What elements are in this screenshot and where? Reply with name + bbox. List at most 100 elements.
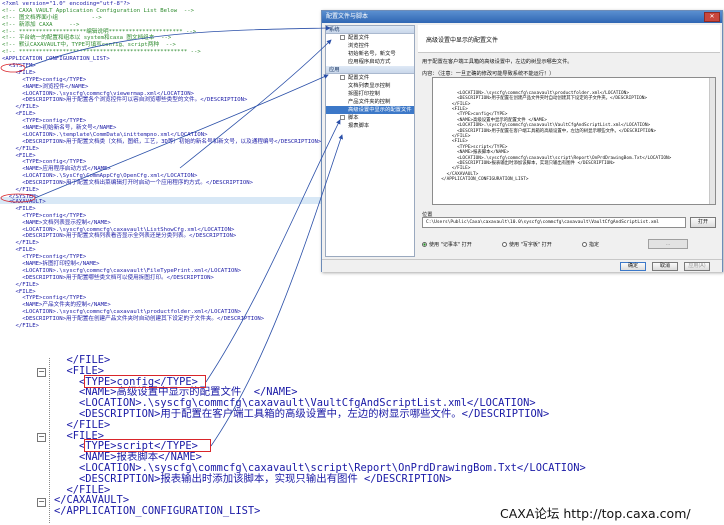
- folder-icon: [340, 35, 345, 40]
- xml-bottom-line: <TYPE>config</TYPE>: [2, 212, 87, 219]
- radio-wordpad-label: 使用 "写字板" 打开: [509, 241, 552, 248]
- tree-item[interactable]: 高级设置中显示的配置文件: [326, 106, 414, 114]
- tree-item-label: 报表脚本: [348, 123, 370, 129]
- xml-top-line: <LOCATION>.\template\CommData\inittempno…: [2, 131, 208, 138]
- choose-program-button[interactable]: ...: [648, 239, 688, 249]
- tree-item[interactable]: 拆图打印控制: [326, 90, 414, 98]
- fold-toggle-caxavault[interactable]: −: [37, 498, 46, 507]
- xml-bottom-line: <NAME>文档列表显示控制</NAME>: [2, 219, 111, 226]
- fold-toggle-file-1[interactable]: −: [37, 368, 46, 377]
- xml-top-line: <DESCRIPTION>用于配置各个浏览控件可以容自浏览哪些类型的文件。</D…: [2, 97, 248, 104]
- panel-header: 高级设置中显示的配置文件: [418, 25, 720, 53]
- tree-item-label: 文档列表显示控制: [348, 83, 391, 89]
- xml-bottom-listing: <CAXAVAULT> <FILE> <TYPE>config</TYPE> <…: [2, 199, 322, 329]
- path-field[interactable]: C:\Users\Public\Caxa\caxavault\10.0\sysc…: [422, 217, 686, 228]
- xml-top-line: <!-- 新添加 CAXA -->: [2, 21, 80, 28]
- xml-bottom-line: <CAXAVAULT>: [2, 199, 46, 205]
- xml-top-line: <!-- CAXA VAULT Application Configuratio…: [2, 7, 194, 14]
- xml-top-line: <!-- ***********************************…: [2, 49, 201, 56]
- folder-icon: [340, 115, 345, 120]
- content-textarea[interactable]: <LOCATION>.\syscfg\commcfg\caxavault\pro…: [432, 77, 716, 205]
- xml-top-line: <NAME>初始新名号，新文号</NAME>: [2, 125, 117, 132]
- panel-title: 高级设置中显示的配置文件: [426, 37, 499, 44]
- content-label: 内容：（注意：一旦正确的修改可能导致系统不能运行！）: [422, 71, 555, 77]
- tree-item[interactable]: 配置文件: [326, 74, 414, 82]
- tree-item[interactable]: 产品文件夹的控制: [326, 98, 414, 106]
- xml-bottom-line: </FILE>: [2, 240, 40, 247]
- tree-group[interactable]: 应用: [326, 66, 414, 74]
- dialog-button-bar: 确定 取消 应用(A): [322, 259, 722, 272]
- xml-bottom-line: <NAME>拆图打印控制</NAME>: [2, 261, 100, 268]
- dialog-title: 配置文件与脚本: [322, 11, 722, 23]
- xml-bottom-line: <DESCRIPTION>用于配置在创建产品文件夹时自动创建其下设定的子文件夹。…: [2, 316, 265, 323]
- radio-wordpad-indicator[interactable]: [502, 241, 507, 247]
- tree-item[interactable]: 报表脚本: [326, 122, 414, 130]
- xml-bottom-line: <TYPE>config</TYPE>: [2, 254, 87, 261]
- xml-top-line: </FILE>: [2, 104, 40, 111]
- xml-bottom-line: </FILE>: [2, 281, 40, 288]
- content-scrollbar[interactable]: [709, 78, 715, 204]
- config-tree: 系统 配置文件 浏览控件 初始新名号，新文号 应用程序启动方式 应用 配置文件 文档列表显示控…: [325, 25, 415, 257]
- xml-bottom-line: <DESCRIPTION>用于配置文档列表看否显示全列表还是分类列表。</DES…: [2, 233, 237, 240]
- xml-bottom-line: <DESCRIPTION>用于配置哪些类文档可以使用拆图打印。</DESCRIP…: [2, 274, 214, 281]
- radio-custom-indicator[interactable]: [582, 241, 587, 247]
- radio-custom[interactable]: 指定: [582, 240, 599, 248]
- tree-item-label: 脚本: [348, 115, 359, 121]
- xml-top-line: <!-- 图文档界面小组 -->: [2, 14, 102, 21]
- xml-top-line: <SYSTEM>: [2, 63, 36, 70]
- xml-top-line: <FILE>: [2, 111, 36, 118]
- cancel-button[interactable]: 取消: [652, 262, 678, 271]
- fold-toggle-file-2[interactable]: −: [37, 433, 46, 442]
- watermark: CAXA论坛 http://top.caxa.com/: [500, 506, 691, 521]
- tree-item[interactable]: 初始新名号，新文号: [326, 50, 414, 58]
- tree-item-label: 初始新名号，新文号: [348, 51, 396, 57]
- zoom-xml-line: </FILE>: [54, 483, 111, 496]
- tree-item[interactable]: 浏览控件: [326, 42, 414, 50]
- xml-bottom-line: <FILE>: [2, 205, 36, 212]
- radio-custom-label: 指定: [589, 241, 600, 248]
- tree-item-label: 拆图打印控制: [348, 91, 380, 97]
- tree-item-label: 系统: [329, 27, 340, 33]
- highlight-script-type: [84, 439, 211, 452]
- tree-item-label: 应用程序启动方式: [348, 59, 391, 65]
- content-line: </APPLICATION_CONFIGURATION_LIST>: [436, 177, 529, 183]
- radio-notepad[interactable]: 使用 "记事本" 打开: [422, 240, 472, 248]
- zoom-xml-line: <DESCRIPTION>用于配置在客户端工具箱的高级设置中，左边的树显示哪些文…: [54, 407, 550, 420]
- tree-item[interactable]: 配置文件: [326, 34, 414, 42]
- xml-top-line: <APPLICATION_CONFIGURATION_LIST>: [2, 56, 110, 63]
- radio-wordpad[interactable]: 使用 "写字板" 打开: [502, 240, 552, 248]
- zoom-xml-line: <DESCRIPTION>报表输出时添加该脚本，实现只输出有图件 </DESCR…: [54, 472, 452, 485]
- xml-top-line: <DESCRIPTION>用于配置文档类（文档，图纸，工艺，3D等）初始的新名号…: [2, 138, 322, 145]
- xml-top-line: <?xml version="1.0" encoding="utf-8"?>: [2, 1, 130, 7]
- tree-item-label: 配置文件: [348, 35, 370, 41]
- xml-bottom-line: </FILE>: [2, 323, 40, 329]
- radio-notepad-indicator[interactable]: [422, 241, 427, 247]
- tree-group[interactable]: 系统: [326, 26, 414, 34]
- xml-bottom-line: <FILE>: [2, 247, 36, 254]
- xml-top-listing: <?xml version="1.0" encoding="utf-8"?> <!…: [2, 1, 322, 201]
- zoom-xml-line: </FILE>: [54, 418, 111, 431]
- tree-item-label: 应用: [329, 67, 340, 73]
- xml-top-line: <NAME>浏览控件</NAME>: [2, 83, 89, 90]
- tree-item[interactable]: 脚本: [326, 114, 414, 122]
- open-button[interactable]: 打开: [690, 217, 716, 228]
- xml-top-line: <NAME>应用程序启动方式</NAME>: [2, 166, 111, 173]
- xml-top-line: <DESCRIPTION>用于配置文档出菜编辑打开时启动一个应用程序的方式。</…: [2, 180, 253, 187]
- ok-button[interactable]: 确定: [620, 262, 646, 271]
- radio-notepad-label: 使用 "记事本" 打开: [429, 241, 472, 248]
- xml-top-line: <!-- 默认CAXAVAULT中，TYPE可填写config、script两种…: [2, 42, 176, 49]
- tree-item-label: 浏览控件: [348, 43, 370, 49]
- xml-top-line: </FILE>: [2, 187, 40, 194]
- content-text: <LOCATION>.\syscfg\commcfg\caxavault\pro…: [436, 91, 712, 183]
- tree-item[interactable]: 应用程序启动方式: [326, 58, 414, 66]
- zoom-xml-line: </FILE>: [54, 354, 111, 366]
- tree-item-label: 产品文件夹的控制: [348, 99, 391, 105]
- close-button[interactable]: ✕: [704, 12, 720, 22]
- panel-description: 用于配置在客户端工具箱的高级设置中，左边的树显示哪些文件。: [422, 59, 573, 65]
- apply-button[interactable]: 应用(A): [684, 262, 710, 271]
- tree-item[interactable]: 文档列表显示控制: [326, 82, 414, 90]
- folder-icon: [340, 75, 345, 80]
- tree-guide-line: [49, 358, 50, 523]
- xml-top-line: <TYPE>config</TYPE>: [2, 118, 87, 125]
- xml-top-line: <FILE>: [2, 152, 36, 159]
